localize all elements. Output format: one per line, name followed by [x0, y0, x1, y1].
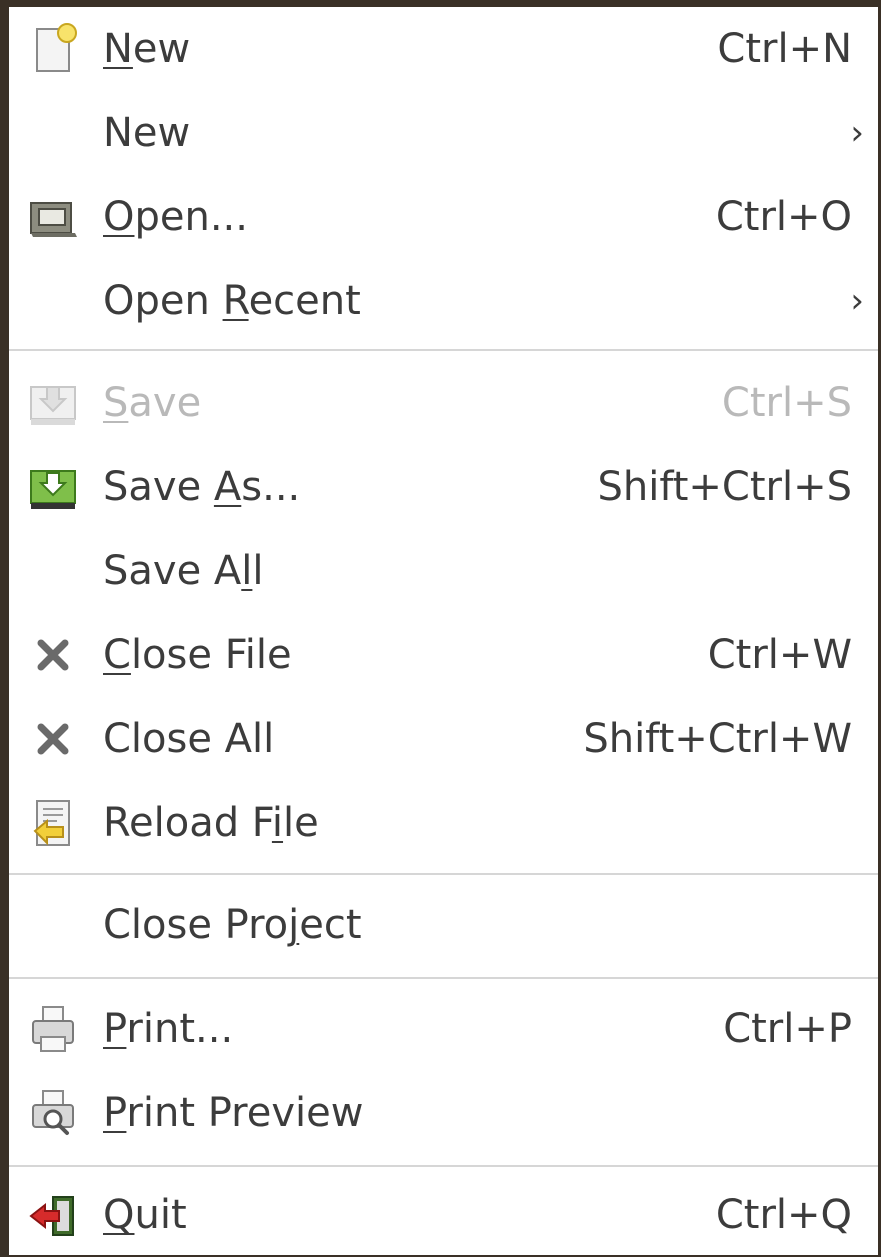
shortcut-label: Shift+Ctrl+S — [597, 464, 852, 510]
menu-separator — [9, 977, 878, 979]
quit-icon — [23, 1185, 83, 1245]
new-document-icon — [23, 19, 83, 79]
menu-item-label: Print... — [103, 1006, 234, 1052]
shortcut-label: Ctrl+Q — [715, 1192, 852, 1238]
submenu-arrow-icon: › — [850, 113, 864, 153]
print-preview-icon — [23, 1083, 83, 1143]
menu-item-label: Open Recent — [103, 278, 361, 324]
menu-item-close-file[interactable]: Close File Ctrl+W — [9, 613, 878, 697]
menu-item-label: Reload File — [103, 800, 319, 846]
shortcut-label: Ctrl+O — [715, 194, 852, 240]
menu-item-label: Close File — [103, 632, 292, 678]
close-all-icon — [23, 709, 83, 769]
menu-item-label: New — [103, 26, 191, 72]
menu-item-label: Close All — [103, 716, 275, 762]
menu-item-save-all[interactable]: Save All — [9, 529, 878, 613]
menu-separator — [9, 349, 878, 351]
menu-item-new-submenu[interactable]: New › — [9, 91, 878, 175]
open-folder-icon — [23, 187, 83, 247]
menu-item-save: Save Ctrl+S — [9, 361, 878, 445]
menu-item-reload-file[interactable]: Reload File — [9, 781, 878, 865]
menu-item-open-recent[interactable]: Open Recent › — [9, 259, 878, 343]
menu-item-save-as[interactable]: Save As... Shift+Ctrl+S — [9, 445, 878, 529]
shortcut-label: Shift+Ctrl+W — [583, 716, 852, 762]
save-icon — [23, 373, 83, 433]
menu-item-label: Save All — [103, 548, 264, 594]
menu-separator — [9, 873, 878, 875]
close-icon — [23, 625, 83, 685]
submenu-arrow-icon: › — [850, 281, 864, 321]
menu-item-quit[interactable]: Quit Ctrl+Q — [9, 1173, 878, 1257]
shortcut-label: Ctrl+P — [723, 1006, 852, 1052]
menu-item-print-preview[interactable]: Print Preview — [9, 1071, 878, 1155]
shortcut-label: Ctrl+N — [717, 26, 852, 72]
save-as-icon — [23, 457, 83, 517]
menu-item-label: Save As... — [103, 464, 301, 510]
menu-item-close-project[interactable]: Close Project — [9, 883, 878, 967]
menu-item-label: New — [103, 110, 191, 156]
reload-icon — [23, 793, 83, 853]
shortcut-label: Ctrl+W — [707, 632, 852, 678]
print-icon — [23, 999, 83, 1059]
menu-item-close-all[interactable]: Close All Shift+Ctrl+W — [9, 697, 878, 781]
shortcut-label: Ctrl+S — [721, 380, 852, 426]
menu-item-label: Quit — [103, 1192, 187, 1238]
menu-item-print[interactable]: Print... Ctrl+P — [9, 987, 878, 1071]
menu-item-label: Open... — [103, 194, 248, 240]
menu-item-label: Close Project — [103, 902, 362, 948]
menu-item-new[interactable]: New Ctrl+N — [9, 7, 878, 91]
menu-item-label: Save — [103, 380, 202, 426]
menu-separator — [9, 1165, 878, 1167]
menu-item-label: Print Preview — [103, 1090, 364, 1136]
file-menu: New Ctrl+N New › Open... Ctrl+O Open Rec… — [9, 7, 878, 1255]
menu-item-open[interactable]: Open... Ctrl+O — [9, 175, 878, 259]
